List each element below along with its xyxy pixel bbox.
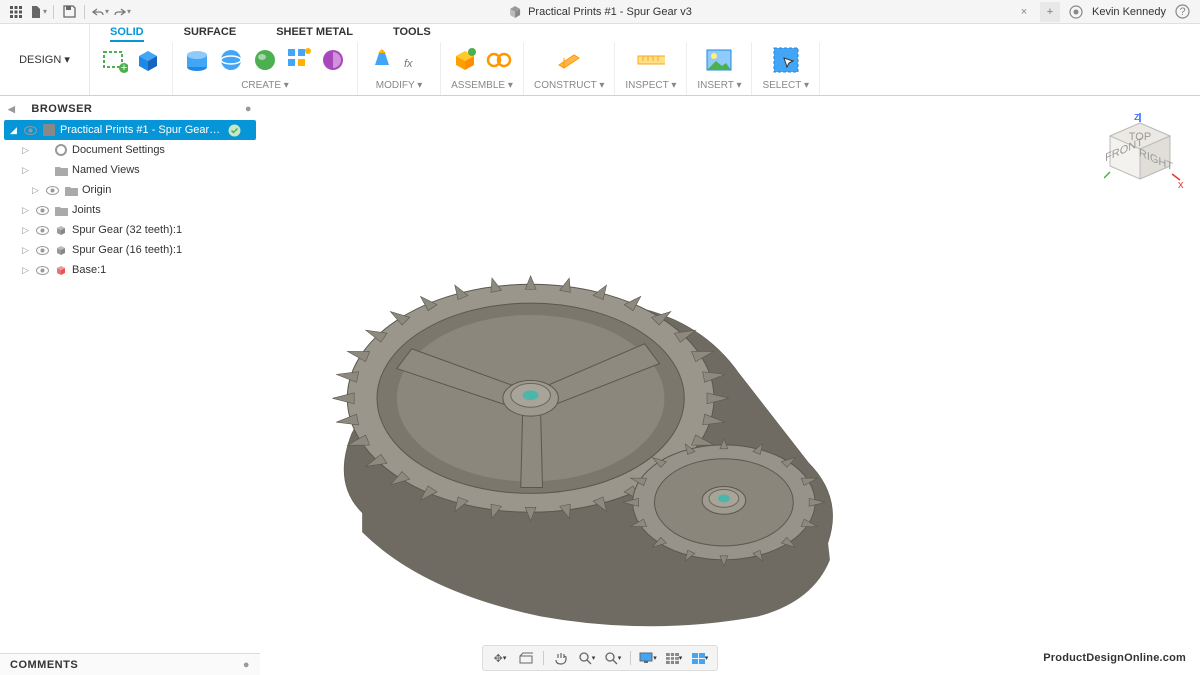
lookAt-icon[interactable] [515,648,537,668]
new-tab-icon[interactable]: + [1040,2,1060,22]
ribbon-group: ASSEMBLE ▾ [441,42,524,95]
joint-icon[interactable] [485,46,513,74]
ribbon-group-label[interactable]: SELECT ▾ [762,78,809,95]
component-icon[interactable] [451,46,479,74]
viewports-icon[interactable]: ▾ [689,648,711,668]
workspace-switcher[interactable]: DESIGN ▾ [0,24,90,95]
file-menu-icon[interactable]: ▾ [28,2,48,22]
plane-icon[interactable] [555,46,583,74]
image-icon[interactable] [705,46,733,74]
revolve-icon[interactable] [217,46,245,74]
window-title: Practical Prints #1 - Spur Gear v3 [508,5,692,19]
ribbon-group: INSPECT ▾ [615,42,687,95]
redo-icon[interactable]: ▾ [112,2,132,22]
ribbon-group-label[interactable]: INSERT ▾ [697,78,741,95]
apps-icon[interactable] [6,2,26,22]
user-menu[interactable]: Kevin Kennedy [1092,6,1166,18]
measure-icon[interactable] [637,46,665,74]
ribbon-group: INSERT ▾ [687,42,752,95]
save-icon[interactable] [59,2,79,22]
ribbon-tabs: SOLID SURFACE SHEET METAL TOOLS [90,24,1200,42]
ribbon-group: CREATE ▾ [173,42,358,95]
navigation-bar: ✥▾ ▾ ▾ ▾ ▾ ▾ [482,645,718,671]
svg-text:z: z [1134,112,1140,123]
ribbon-tab-solid[interactable]: SOLID [110,26,144,42]
select-icon[interactable] [772,46,800,74]
ribbon-group-label[interactable]: CREATE ▾ [241,78,289,95]
comments-panel[interactable]: COMMENTS ● [0,653,260,675]
pattern-icon[interactable] [285,46,313,74]
ribbon-group: + [90,42,173,95]
svg-text:+: + [121,62,127,74]
fx-icon[interactable]: fx [402,46,430,74]
ribbon-group: SELECT ▾ [752,42,820,95]
orbit-icon[interactable]: ✥▾ [489,648,511,668]
extensions-icon[interactable] [1066,2,1086,22]
ribbon-groups: + CREATE ▾ fx MODIFY ▾ ASSEMBLE ▾ CONSTRUCT ▾… [90,42,1200,95]
fit-icon[interactable]: ▾ [602,648,624,668]
ribbon-group-label[interactable]: CONSTRUCT ▾ [534,78,604,95]
ribbon-tab-sheet metal[interactable]: SHEET METAL [276,26,353,42]
sphere-icon[interactable] [251,46,279,74]
help-icon[interactable]: ? [1172,2,1192,22]
sketch-icon[interactable]: + [100,46,128,74]
extrude-icon[interactable] [183,46,211,74]
ribbon-group: fx MODIFY ▾ [358,42,441,95]
viewport[interactable]: z x TOP FRONT RIGHT [0,96,1200,651]
box-icon[interactable] [134,46,162,74]
display-icon[interactable]: ▾ [637,648,659,668]
watermark: ProductDesignOnline.com [1043,645,1186,667]
ribbon-tab-tools[interactable]: TOOLS [393,26,431,42]
close-tab[interactable]: × [1014,6,1034,18]
svg-text:fx: fx [404,58,413,70]
ribbon: DESIGN ▾ SOLID SURFACE SHEET METAL TOOLS + C… [0,24,1200,96]
pressPull-icon[interactable] [368,46,396,74]
pan-icon[interactable] [550,648,572,668]
derive-icon[interactable] [319,46,347,74]
ribbon-tab-surface[interactable]: SURFACE [184,26,237,42]
pin-icon[interactable]: ● [243,659,250,671]
doc-icon [508,5,522,19]
ribbon-group: CONSTRUCT ▾ [524,42,615,95]
undo-icon[interactable]: ▾ [90,2,110,22]
svg-text:x: x [1178,179,1184,191]
ribbon-group-label[interactable]: INSPECT ▾ [625,78,676,95]
svg-text:?: ? [1179,6,1185,18]
grid-icon[interactable]: ▾ [663,648,685,668]
titlebar: ▾ ▾ ▾ Practical Prints #1 - Spur Gear v3… [0,0,1200,24]
viewcube[interactable]: z x TOP FRONT RIGHT [1104,112,1184,194]
ribbon-group-label[interactable]: MODIFY ▾ [376,78,423,95]
zoom-icon[interactable]: ▾ [576,648,598,668]
ribbon-group-label[interactable]: ASSEMBLE ▾ [451,78,513,95]
small-gear-model [623,439,825,566]
